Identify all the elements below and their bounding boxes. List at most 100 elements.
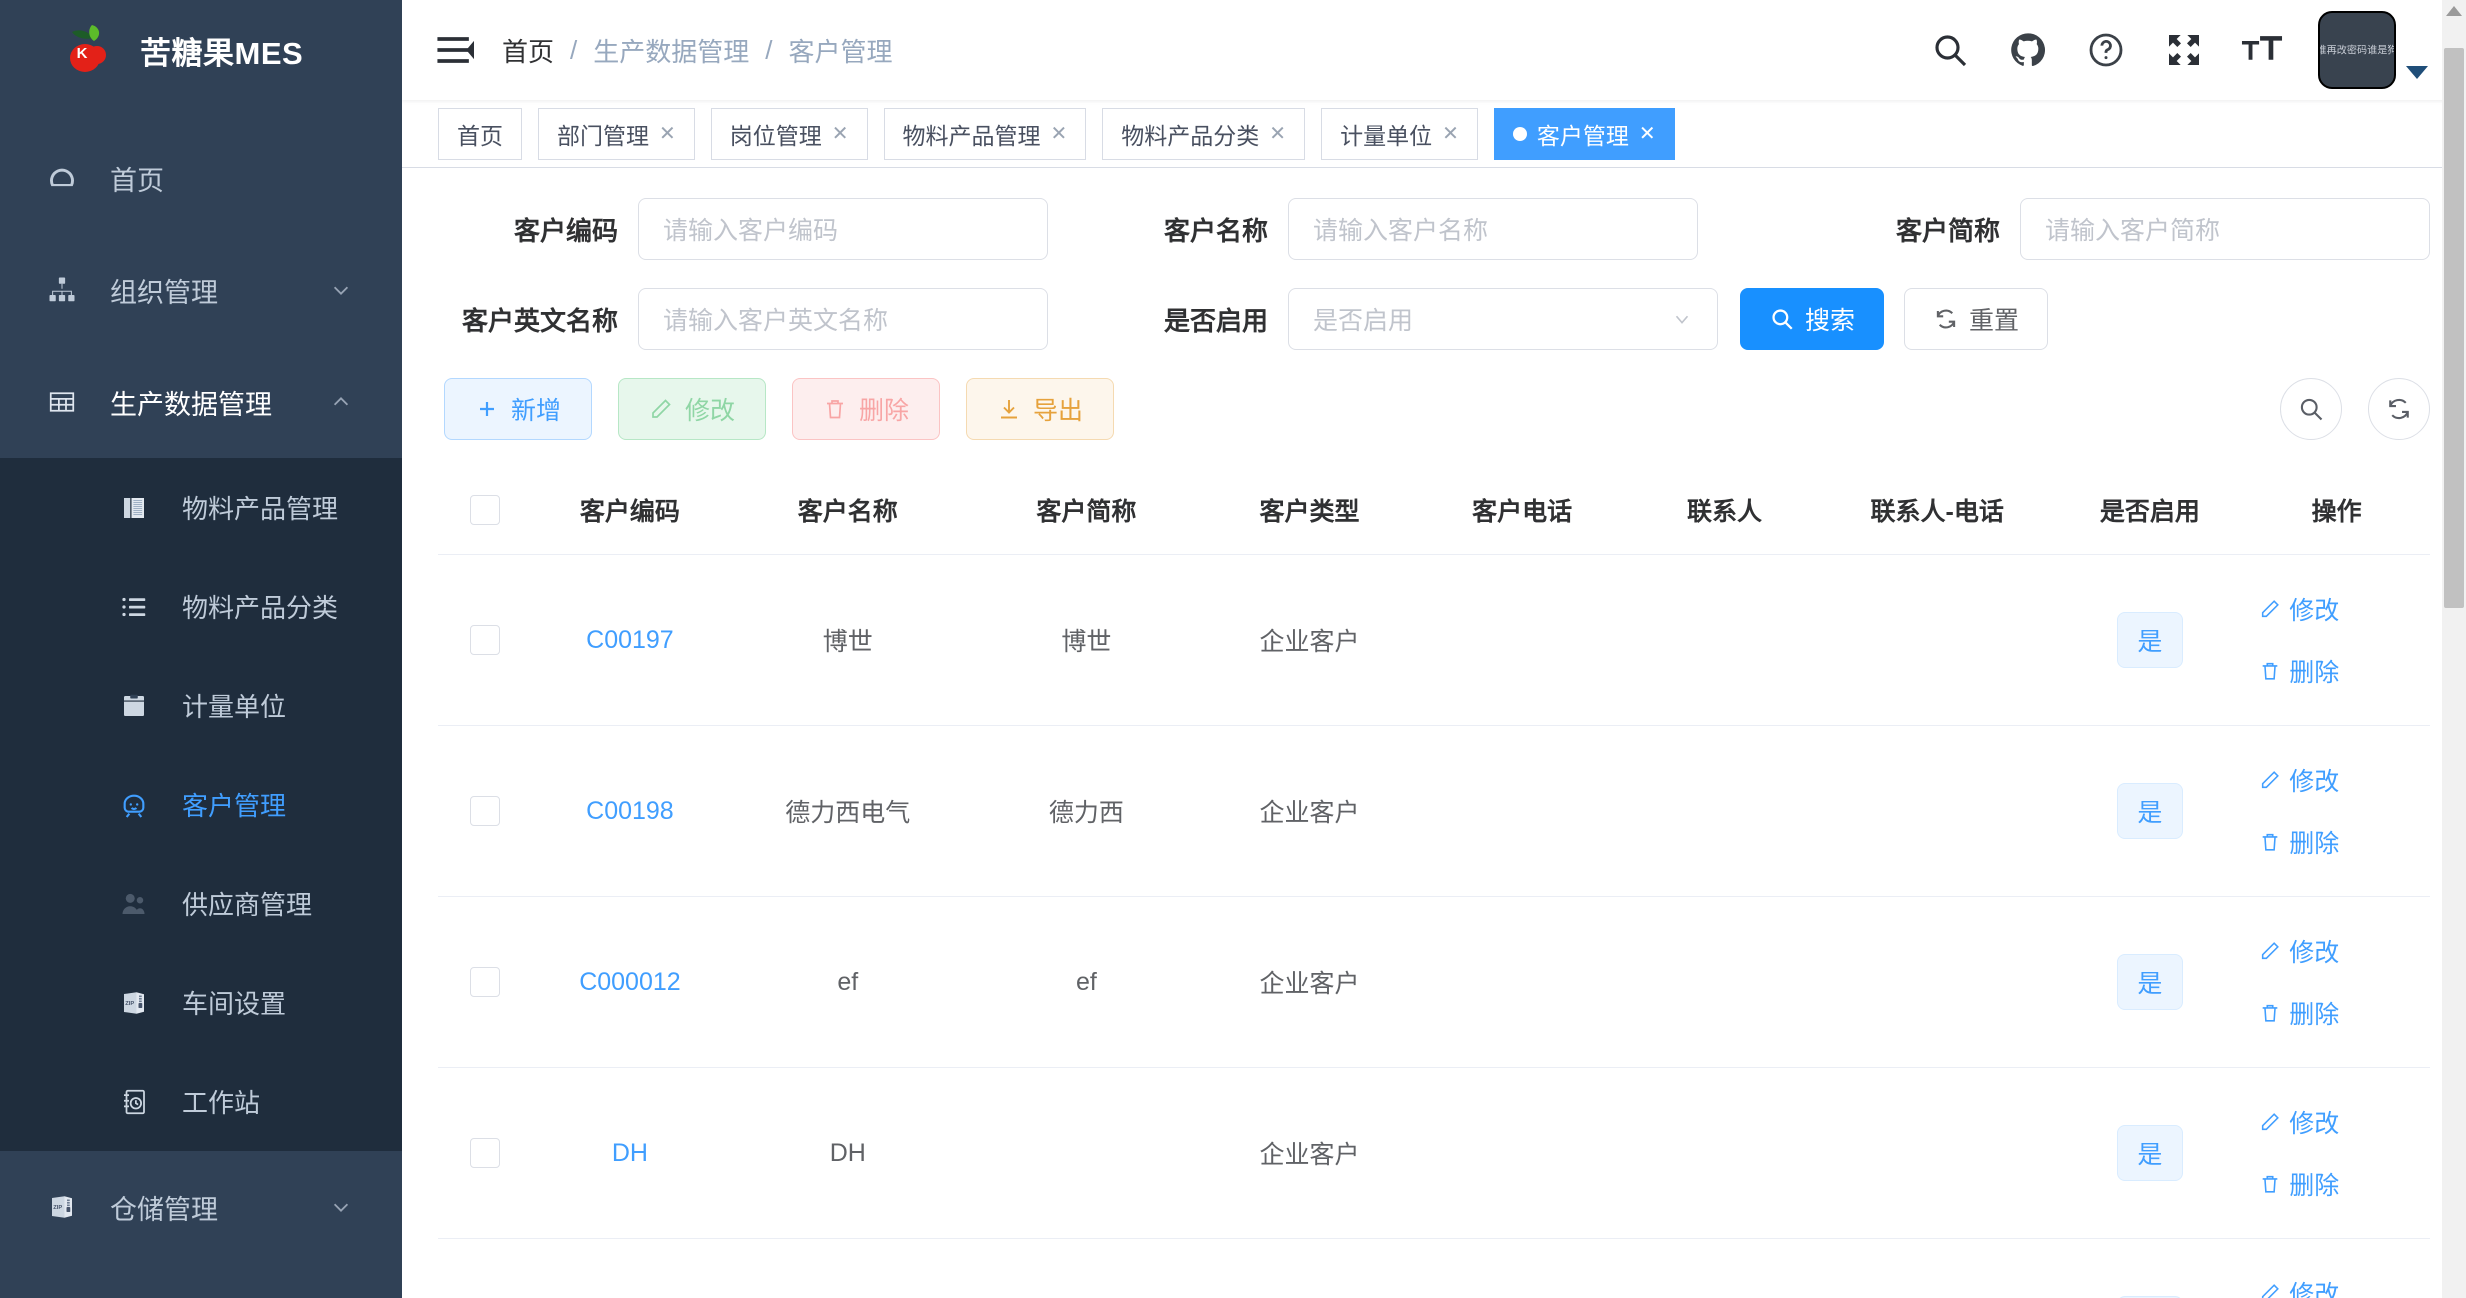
row-select-cell <box>438 896 532 1068</box>
chevron-down-icon[interactable] <box>2406 66 2428 79</box>
cell-phone <box>1413 896 1632 1068</box>
logo-area[interactable]: K 苦糖果MES <box>0 0 402 100</box>
row-edit-button[interactable]: 修改 <box>2259 1104 2339 1140</box>
field-customer-short-name: 客户简称 请输入客户简称 <box>1820 198 2430 260</box>
edit-button[interactable]: 修改 <box>618 378 766 440</box>
sidebar-item-organization[interactable]: 组织管理 <box>0 234 402 346</box>
tab-measurement-unit[interactable]: 计量单位 ✕ <box>1321 107 1478 160</box>
field-customer-english-name: 客户英文名称 请输入客户英文名称 <box>438 288 1058 350</box>
row-edit-button[interactable]: 修改 <box>2259 933 2339 969</box>
customer-code-link[interactable]: C000012 <box>579 968 680 996</box>
table-row[interactable]: DH DH 企业客户 是 修改 删除 <box>438 1067 2430 1239</box>
table-row[interactable]: C00198 德力西电气 德力西 企业客户 是 修改 删除 <box>438 725 2430 897</box>
close-icon[interactable]: ✕ <box>1442 124 1459 144</box>
customer-code-link[interactable]: DH <box>612 1139 648 1167</box>
customer-code-link[interactable]: C00197 <box>586 626 674 654</box>
cell-contact <box>1631 896 1818 1068</box>
breadcrumb-item-2[interactable]: 客户管理 <box>787 32 895 69</box>
row-checkbox[interactable] <box>469 625 500 656</box>
app-root: K 苦糖果MES 首页 组织管理 生产数据管理 物料产品管理 物料产品分类 计量… <box>0 0 2466 1298</box>
table-search-icon[interactable] <box>2280 378 2342 440</box>
cell-short-name: 博世 <box>967 554 1206 726</box>
reset-button[interactable]: 重置 <box>1904 288 2049 350</box>
refresh-icon <box>1933 306 1959 332</box>
close-icon[interactable]: ✕ <box>1639 124 1656 144</box>
sidebar-item-customer-management[interactable]: 客户管理 <box>0 755 402 854</box>
fullscreen-icon[interactable] <box>2162 28 2206 72</box>
sidebar-item-measurement-unit[interactable]: 计量单位 <box>0 656 402 755</box>
search-button[interactable]: 搜索 <box>1740 288 1885 350</box>
sidebar-item-home[interactable]: 首页 <box>0 122 402 234</box>
select-all-checkbox[interactable] <box>469 495 500 526</box>
row-delete-button[interactable]: 删除 <box>2259 653 2339 689</box>
close-icon[interactable]: ✕ <box>659 124 676 144</box>
row-edit-button[interactable]: 修改 <box>2259 762 2339 798</box>
tab-material-product-management[interactable]: 物料产品管理 ✕ <box>883 107 1087 160</box>
tab-position-management[interactable]: 岗位管理 ✕ <box>710 107 868 160</box>
scroll-up-arrow-icon[interactable] <box>2446 6 2462 16</box>
row-delete-button[interactable]: 删除 <box>2259 824 2339 860</box>
sidebar-item-material-product-category[interactable]: 物料产品分类 <box>0 557 402 656</box>
table-refresh-icon[interactable] <box>2368 378 2430 440</box>
sidebar-item-label: 组织管理 <box>110 277 218 308</box>
close-icon[interactable]: ✕ <box>1051 124 1068 144</box>
row-delete-button[interactable]: 删除 <box>2259 995 2339 1031</box>
font-size-icon[interactable] <box>2240 28 2284 72</box>
tab-label: 客户管理 <box>1536 122 1629 149</box>
chevron-down-icon <box>330 279 352 301</box>
sidebar-item-label: 供应商管理 <box>182 890 313 920</box>
customer-name-input[interactable]: 请输入客户名称 <box>1288 198 1698 260</box>
hamburger-icon[interactable] <box>402 33 500 67</box>
table-row[interactable]: C00197 博世 博世 企业客户 是 修改 删除 <box>438 554 2430 726</box>
sidebar-item-workshop-settings[interactable]: ZIP 车间设置 <box>0 953 402 1052</box>
row-edit-button[interactable]: 修改 <box>2259 1275 2339 1298</box>
customer-english-name-input[interactable]: 请输入客户英文名称 <box>638 288 1048 350</box>
table-row[interactable]: C000012 ef ef 企业客户 是 修改 删除 <box>438 896 2430 1068</box>
help-circle-icon[interactable] <box>2084 28 2128 72</box>
cell-operations: 修改 删除 <box>2243 896 2430 1068</box>
enabled-select[interactable]: 是否启用 <box>1288 288 1718 350</box>
cell-short-name <box>967 1238 1206 1298</box>
sidebar-item-supplier-management[interactable]: 供应商管理 <box>0 854 402 953</box>
trash-icon <box>2259 660 2281 682</box>
table-row[interactable]: C00218 nake水壶 企业客户 是 <box>438 1238 2430 1298</box>
row-checkbox[interactable] <box>469 1138 500 1169</box>
search-icon[interactable] <box>1928 28 1972 72</box>
sidebar-item-equipment[interactable]: 设备管理 <box>0 1263 402 1298</box>
row-checkbox[interactable] <box>469 967 500 998</box>
field-customer-name: 客户名称 请输入客户名称 <box>1088 198 1758 260</box>
close-icon[interactable]: ✕ <box>832 124 849 144</box>
tab-department-management[interactable]: 部门管理 ✕ <box>538 107 695 160</box>
chevron-up-icon <box>330 391 352 413</box>
tab-home[interactable]: 首页 <box>438 107 522 160</box>
avatar[interactable]: 谁再改密码谁是狗 <box>2318 11 2396 89</box>
sidebar-item-workstation[interactable]: 工作站 <box>0 1052 402 1151</box>
sidebar-item-warehouse[interactable]: ZIP 仓储管理 <box>0 1151 402 1263</box>
row-checkbox[interactable] <box>469 796 500 827</box>
chevron-down-icon <box>330 1196 352 1218</box>
reset-button-label: 重置 <box>1969 307 2020 335</box>
cell-name: 博世 <box>728 554 968 726</box>
breadcrumb-item-1[interactable]: 生产数据管理 <box>591 32 751 69</box>
cell-short-name <box>967 1067 1206 1239</box>
row-delete-button[interactable]: 删除 <box>2259 1166 2339 1202</box>
row-edit-button[interactable]: 修改 <box>2259 591 2339 627</box>
customer-short-name-input[interactable]: 请输入客户简称 <box>2020 198 2430 260</box>
tab-material-product-category[interactable]: 物料产品分类 ✕ <box>1102 107 1306 160</box>
github-icon[interactable] <box>2006 28 2050 72</box>
export-button[interactable]: 导出 <box>966 378 1114 440</box>
cell-type: 企业客户 <box>1205 1067 1414 1239</box>
close-icon[interactable]: ✕ <box>1269 124 1286 144</box>
customer-code-link[interactable]: C00198 <box>586 797 674 825</box>
customer-code-input[interactable]: 请输入客户编码 <box>638 198 1048 260</box>
scrollbar-thumb[interactable] <box>2444 48 2464 608</box>
add-button[interactable]: 新增 <box>444 378 592 440</box>
field-label: 客户编码 <box>513 215 618 246</box>
user-avatar-menu[interactable]: 谁再改密码谁是狗 <box>2318 11 2428 89</box>
tab-customer-management[interactable]: 客户管理 ✕ <box>1493 107 1675 160</box>
cell-contact <box>1631 725 1818 897</box>
sidebar-item-material-product-management[interactable]: 物料产品管理 <box>0 458 402 557</box>
sidebar-item-production-data[interactable]: 生产数据管理 <box>0 346 402 458</box>
delete-button[interactable]: 删除 <box>792 378 940 440</box>
page-scrollbar[interactable] <box>2442 0 2466 1298</box>
